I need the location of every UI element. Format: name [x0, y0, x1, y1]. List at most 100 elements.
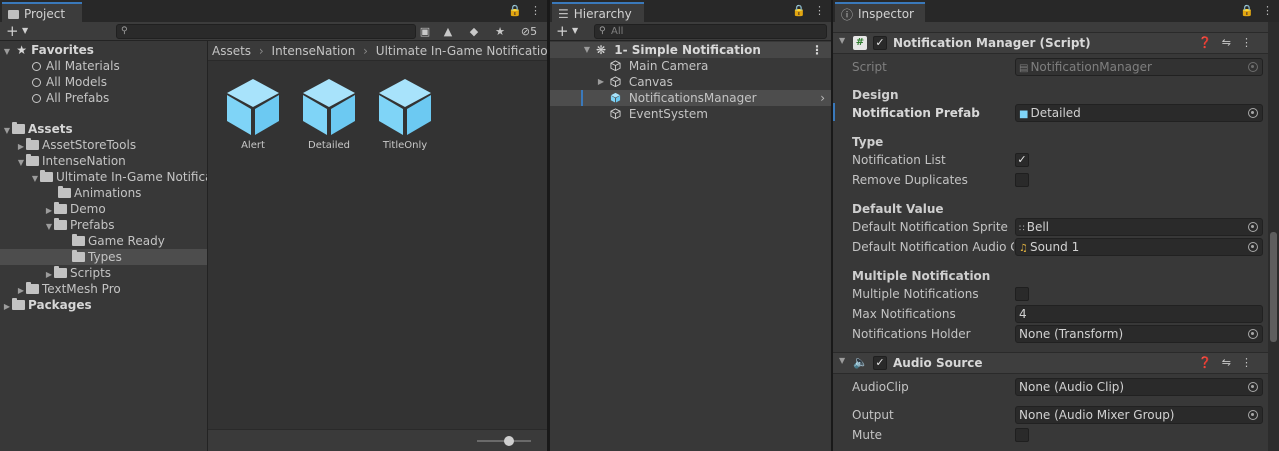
foldout-arrow-icon[interactable]: ▼	[839, 36, 845, 45]
prefab-asset-detailed[interactable]	[299, 77, 359, 140]
notification-manager-header[interactable]: ▼ # ✓ Notification Manager (Script) ❓ ⇋ …	[833, 32, 1268, 54]
help-icon[interactable]: ❓	[1198, 36, 1212, 49]
filter-by-type-icon[interactable]: ▲	[440, 24, 456, 39]
favorites-header[interactable]: ▼ ★ Favorites	[2, 42, 94, 58]
mute-checkbox[interactable]	[1015, 428, 1029, 442]
tree-item-assetstoretools[interactable]: ▶ AssetStoreTools	[16, 137, 136, 153]
tree-item-types[interactable]: Types	[72, 249, 122, 265]
tree-item-textmesh-pro[interactable]: ▶ TextMesh Pro	[16, 281, 121, 297]
expand-arrow-icon[interactable]: ▼	[2, 123, 12, 137]
component-enabled-checkbox[interactable]: ✓	[873, 356, 887, 370]
tree-item-animations[interactable]: Animations	[58, 185, 141, 201]
tree-item-scripts[interactable]: ▶ Scripts	[44, 265, 111, 281]
preset-sliders-icon[interactable]: ⇋	[1222, 356, 1231, 369]
prefab-asset-alert[interactable]	[223, 77, 283, 140]
search-by-type-icon[interactable]: ▣	[417, 24, 433, 39]
collapse-arrow-icon[interactable]: ▶	[596, 74, 606, 90]
lock-icon[interactable]: 🔒	[792, 4, 806, 17]
lock-icon[interactable]: 🔒	[1240, 4, 1254, 17]
collapse-arrow-icon[interactable]: ▶	[2, 299, 12, 313]
default-audio-field[interactable]: ♫ Sound 1	[1015, 238, 1263, 256]
inspector-scrollbar-thumb[interactable]	[1270, 232, 1277, 342]
hierarchy-item[interactable]: EventSystem	[550, 106, 831, 122]
hierarchy-item-selected[interactable]: NotificationsManager ›	[550, 90, 831, 106]
breadcrumb-item[interactable]: Ultimate In-Game Notifications	[376, 44, 547, 58]
foldout-arrow-icon[interactable]: ▼	[839, 356, 845, 365]
breadcrumb-item[interactable]: IntenseNation	[272, 44, 356, 58]
kebab-menu-icon[interactable]: ⋮	[814, 4, 825, 17]
kebab-menu-icon[interactable]: ⋮	[811, 42, 823, 58]
collapse-arrow-icon[interactable]: ▶	[44, 267, 54, 281]
tab-hierarchy[interactable]: ☰ Hierarchy	[552, 2, 644, 22]
expand-arrow-icon[interactable]: ▼	[2, 44, 12, 58]
create-add-icon[interactable]: +	[556, 23, 569, 39]
audioclip-field[interactable]: None (Audio Clip)	[1015, 378, 1263, 396]
lock-icon[interactable]: 🔒	[508, 4, 522, 17]
favorite-star-icon[interactable]: ★	[492, 24, 508, 39]
notification-prefab-field[interactable]: ■ Detailed	[1015, 104, 1263, 122]
object-picker-icon[interactable]	[1248, 222, 1258, 232]
output-field[interactable]: None (Audio Mixer Group)	[1015, 406, 1263, 424]
tree-item-intensenation[interactable]: ▼ IntenseNation	[16, 153, 126, 169]
kebab-menu-icon[interactable]: ⋮	[530, 4, 541, 17]
collapse-arrow-icon[interactable]: ▶	[16, 283, 26, 297]
tree-item-assets[interactable]: ▼ Assets	[2, 121, 73, 137]
hierarchy-search-input[interactable]: ⚲ All	[594, 24, 827, 39]
help-icon[interactable]: ❓	[1198, 356, 1212, 369]
kebab-menu-icon[interactable]: ⋮	[1262, 4, 1273, 17]
tab-project-label: Project	[24, 7, 66, 21]
project-search-input[interactable]: ⚲	[116, 24, 416, 39]
row-focus-marker	[833, 103, 835, 121]
object-picker-icon[interactable]	[1248, 382, 1258, 392]
object-picker-icon[interactable]	[1248, 108, 1258, 118]
gameobject-cube-icon	[610, 60, 621, 71]
favorite-item[interactable]: All Prefabs	[32, 90, 109, 106]
breadcrumb-separator-icon: ›	[363, 44, 368, 58]
tree-item-packages[interactable]: ▶ Packages	[2, 297, 92, 313]
prefab-label: Detailed	[308, 140, 350, 151]
tab-inspector[interactable]: ⓘ Inspector	[835, 2, 925, 22]
chevron-down-icon[interactable]: ▼	[572, 24, 578, 38]
scene-row[interactable]: ▼ ❋ 1- Simple Notification ⋮	[550, 42, 831, 58]
collapse-arrow-icon[interactable]: ▶	[44, 203, 54, 217]
chevron-down-icon[interactable]: ▼	[22, 24, 28, 38]
create-add-icon[interactable]: +	[6, 23, 19, 39]
preset-sliders-icon[interactable]: ⇋	[1222, 36, 1231, 49]
chevron-right-icon[interactable]: ›	[820, 90, 825, 106]
expand-arrow-icon[interactable]: ▼	[582, 42, 592, 58]
multiple-notifications-checkbox[interactable]	[1015, 287, 1029, 301]
component-enabled-checkbox[interactable]: ✓	[873, 36, 887, 50]
object-picker-icon[interactable]	[1248, 410, 1258, 420]
default-sprite-field[interactable]: ∷ Bell	[1015, 218, 1263, 236]
hierarchy-item[interactable]: ▶ Canvas	[550, 74, 831, 90]
icon-size-slider-handle[interactable]	[504, 436, 514, 446]
hierarchy-item[interactable]: Main Camera	[550, 58, 831, 74]
favorite-item[interactable]: All Models	[32, 74, 107, 90]
tree-item-ultimate[interactable]: ▼ Ultimate In-Game Notifica	[30, 169, 207, 185]
multiple-notification-header: Multiple Notification	[852, 269, 991, 283]
prefab-asset-titleonly[interactable]	[375, 77, 435, 140]
expand-arrow-icon[interactable]: ▼	[44, 219, 54, 233]
notifications-holder-label: Notifications Holder	[852, 327, 971, 341]
collapse-arrow-icon[interactable]: ▶	[16, 139, 26, 153]
audio-source-header[interactable]: ▼ 🔈 ✓ Audio Source ❓ ⇋ ⋮	[833, 352, 1268, 374]
favorite-item[interactable]: All Materials	[32, 58, 120, 74]
object-picker-icon[interactable]	[1248, 329, 1258, 339]
tab-project[interactable]: Project	[2, 2, 82, 22]
kebab-menu-icon[interactable]: ⋮	[1241, 36, 1252, 49]
tree-item-game-ready[interactable]: Game Ready	[72, 233, 165, 249]
expand-arrow-icon[interactable]: ▼	[30, 171, 40, 185]
notification-list-checkbox[interactable]: ✓	[1015, 153, 1029, 167]
remove-duplicates-checkbox[interactable]	[1015, 173, 1029, 187]
kebab-menu-icon[interactable]: ⋮	[1241, 356, 1252, 369]
expand-arrow-icon[interactable]: ▼	[16, 155, 26, 169]
object-picker-icon[interactable]	[1248, 242, 1258, 252]
inspector-scrollbar[interactable]	[1268, 22, 1279, 451]
breadcrumb-item[interactable]: Assets	[212, 44, 251, 58]
tree-item-demo[interactable]: ▶ Demo	[44, 201, 106, 217]
tree-item-prefabs[interactable]: ▼ Prefabs	[44, 217, 115, 233]
notifications-holder-field[interactable]: None (Transform)	[1015, 325, 1263, 343]
filter-by-label-icon[interactable]: ◆	[466, 24, 482, 39]
hidden-packages-toggle[interactable]: ⊘ 5	[515, 24, 543, 39]
max-notifications-input[interactable]: 4	[1015, 305, 1263, 323]
